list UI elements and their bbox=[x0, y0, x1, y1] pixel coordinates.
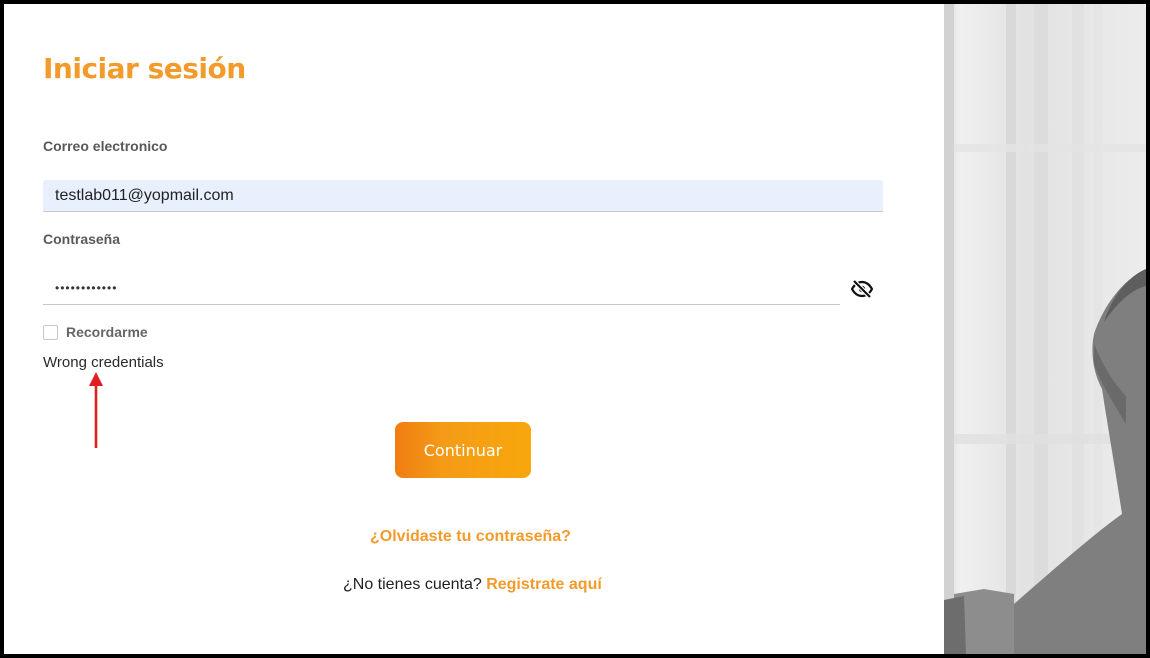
password-label: Contraseña bbox=[43, 231, 121, 247]
remember-me-checkbox[interactable] bbox=[43, 324, 58, 340]
background-photo bbox=[944, 4, 1146, 654]
login-form-panel: Iniciar sesión Correo electronico testla… bbox=[4, 4, 944, 654]
email-field[interactable]: testlab011@yopmail.com bbox=[43, 180, 883, 212]
remember-me-row: Recordarme bbox=[43, 324, 148, 340]
continue-button[interactable]: Continuar bbox=[395, 422, 531, 478]
app-window: Iniciar sesión Correo electronico testla… bbox=[4, 4, 1146, 654]
page-title: Iniciar sesión bbox=[43, 52, 246, 85]
eye-slash-icon[interactable] bbox=[850, 278, 874, 300]
register-prompt: ¿No tienes cuenta? bbox=[343, 576, 482, 593]
remember-me-label[interactable]: Recordarme bbox=[66, 324, 148, 340]
red-arrow-icon bbox=[89, 372, 103, 448]
email-label: Correo electronico bbox=[43, 138, 168, 154]
error-message: Wrong credentials bbox=[43, 354, 164, 371]
register-row: ¿No tienes cuenta? Registrate aquí bbox=[343, 576, 602, 594]
forgot-password-link[interactable]: ¿Olvidaste tu contraseña? bbox=[370, 528, 571, 546]
register-link[interactable]: Registrate aquí bbox=[486, 576, 602, 593]
password-field[interactable]: •••••••••••• bbox=[43, 272, 840, 305]
